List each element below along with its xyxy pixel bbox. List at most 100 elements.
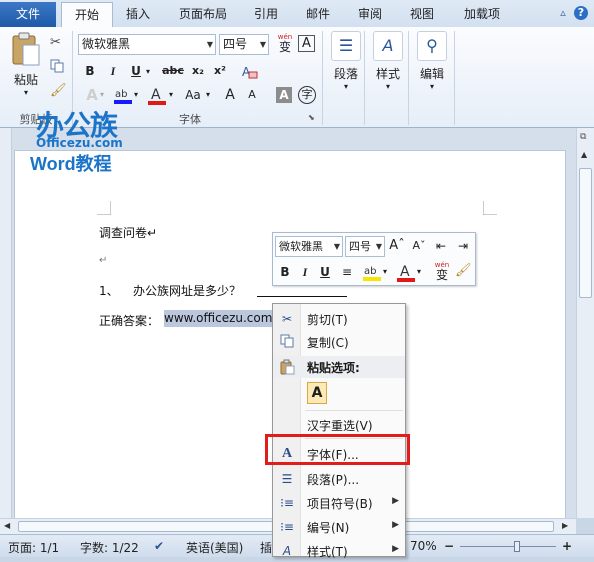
vertical-scroll-thumb[interactable] bbox=[579, 168, 592, 298]
bold-button[interactable]: B bbox=[80, 61, 100, 81]
submenu-arrow-icon: ▶ bbox=[392, 520, 399, 530]
chevron-down-icon[interactable]: ▾ bbox=[417, 267, 421, 276]
menu-item-cut[interactable]: ✂ 剪切(T) bbox=[273, 308, 405, 330]
mini-bold-button[interactable]: B bbox=[275, 262, 295, 282]
status-language[interactable]: 英语(美国) bbox=[186, 539, 243, 556]
chevron-down-icon[interactable]: ▾ bbox=[134, 90, 138, 99]
vertical-scrollbar[interactable]: ⧉ ▲ bbox=[576, 128, 594, 518]
chevron-down-icon[interactable]: ▾ bbox=[169, 90, 173, 99]
doc-selected-text[interactable]: www.officezu.com bbox=[164, 310, 273, 327]
menu-item-label: 项目符号(B) bbox=[307, 497, 373, 511]
menu-item-label: 编号(N) bbox=[307, 521, 350, 535]
char-border-button[interactable]: A bbox=[298, 35, 315, 52]
text-effects-button[interactable]: A bbox=[82, 85, 102, 105]
paste-icon bbox=[279, 359, 295, 375]
enclose-chars-button[interactable]: 字 bbox=[298, 86, 316, 104]
underline-button[interactable]: U bbox=[126, 61, 146, 81]
svg-text:A: A bbox=[400, 264, 410, 280]
menu-item-reconvert[interactable]: 汉字重选(V) bbox=[273, 414, 405, 436]
mini-format-painter-icon[interactable]: 🖌 bbox=[455, 263, 472, 278]
doc-title-line[interactable]: 调查问卷↵ bbox=[99, 224, 157, 241]
mini-shrink-font-button[interactable]: Aˇ bbox=[409, 236, 429, 256]
status-insert-mode[interactable]: 插 bbox=[260, 539, 272, 556]
ribbon-separator bbox=[322, 31, 323, 125]
menu-item-styles[interactable]: A 样式(T) ▶ bbox=[273, 540, 405, 562]
mini-font-size-combo[interactable]: 四号 ▼ bbox=[345, 236, 385, 257]
tab-insert[interactable]: 插入 bbox=[118, 2, 158, 27]
tab-home[interactable]: 开始 bbox=[61, 2, 113, 27]
menu-item-copy[interactable]: 复制(C) bbox=[273, 331, 405, 353]
help-icon[interactable]: ? bbox=[574, 6, 588, 20]
cut-icon[interactable]: ✂ bbox=[50, 35, 61, 50]
chevron-down-icon: ▾ bbox=[343, 82, 348, 91]
chevron-down-icon[interactable]: ▾ bbox=[206, 90, 210, 99]
tab-review[interactable]: 审阅 bbox=[350, 2, 390, 27]
mini-center-align-icon[interactable]: ≡ bbox=[337, 262, 357, 282]
mini-grow-font-button[interactable]: Aˆ bbox=[387, 236, 407, 256]
grow-font-button[interactable]: A bbox=[220, 85, 240, 105]
char-shading-button[interactable]: A bbox=[276, 87, 292, 103]
copy-icon[interactable] bbox=[50, 59, 64, 73]
font-dialog-launcher-icon[interactable]: ⬊ bbox=[308, 113, 315, 122]
status-page[interactable]: 页面: 1/1 bbox=[8, 539, 59, 556]
zoom-slider-thumb[interactable] bbox=[514, 541, 520, 552]
styles-button[interactable]: A 样式 ▾ bbox=[368, 31, 408, 91]
annotation-highlight-box bbox=[265, 434, 410, 465]
doc-question-number: 1、 bbox=[99, 284, 119, 298]
zoom-slider[interactable] bbox=[460, 541, 556, 552]
minimize-ribbon-icon[interactable]: ▵ bbox=[556, 6, 570, 20]
status-zoom-level[interactable]: 70% bbox=[410, 539, 437, 553]
tab-addins[interactable]: 加载项 bbox=[454, 2, 510, 27]
ruler-toggle-icon[interactable]: ⧉ bbox=[580, 132, 586, 142]
scroll-up-icon[interactable]: ▲ bbox=[581, 150, 587, 159]
mini-font-color-button[interactable]: A bbox=[395, 262, 417, 284]
font-size-combo[interactable]: 四号 ▼ bbox=[219, 34, 269, 55]
paragraph-button[interactable]: ☰ 段落 ▾ bbox=[326, 31, 366, 91]
scroll-right-icon[interactable]: ▶ bbox=[562, 521, 568, 530]
chevron-down-icon[interactable]: ▾ bbox=[383, 267, 387, 276]
font-color-button[interactable]: A bbox=[146, 85, 168, 107]
italic-button[interactable]: I bbox=[103, 61, 123, 81]
clear-format-icon[interactable]: A bbox=[240, 63, 258, 81]
chevron-down-icon[interactable]: ▾ bbox=[146, 67, 150, 76]
subscript-button[interactable]: x₂ bbox=[188, 61, 208, 81]
doc-question[interactable]: 办公族网址是多少？ bbox=[133, 282, 241, 299]
editing-button[interactable]: ⚲ 编辑 ▾ bbox=[412, 31, 452, 91]
menu-item-paragraph[interactable]: ☰ 段落(P)... bbox=[273, 468, 405, 490]
mini-font-name-combo[interactable]: 微软雅黑 ▼ bbox=[275, 236, 343, 257]
scissors-icon: ✂ bbox=[281, 312, 293, 326]
menu-item-bullets[interactable]: ⁝≡ 项目符号(B) ▶ bbox=[273, 492, 405, 514]
tab-mailings[interactable]: 邮件 bbox=[298, 2, 338, 27]
mini-underline-button[interactable]: U bbox=[315, 262, 335, 282]
paste-button[interactable]: 粘贴 ▾ bbox=[8, 31, 44, 101]
scroll-left-icon[interactable]: ◀ bbox=[4, 521, 10, 530]
proofing-icon[interactable]: ✔ bbox=[154, 539, 164, 553]
tab-file[interactable]: 文件 bbox=[0, 2, 56, 27]
phonetic-guide-button[interactable]: wén 变 bbox=[274, 33, 296, 55]
mini-phonetic-guide-button[interactable]: wén 变 bbox=[431, 261, 453, 283]
format-painter-icon[interactable]: 🖌 bbox=[50, 83, 67, 98]
mini-font-size-value: 四号 bbox=[349, 240, 371, 253]
paragraph-label: 段落 bbox=[333, 67, 358, 81]
change-case-button[interactable]: Aa bbox=[180, 85, 206, 105]
doc-empty-line[interactable]: ↵ bbox=[99, 255, 107, 266]
paste-dropdown-icon[interactable]: ▾ bbox=[8, 88, 44, 97]
decrease-indent-icon[interactable]: ⇤ bbox=[431, 236, 451, 256]
tab-references[interactable]: 引用 bbox=[246, 2, 286, 27]
tab-view[interactable]: 视图 bbox=[402, 2, 442, 27]
strikethrough-button[interactable]: abc bbox=[160, 61, 186, 81]
increase-indent-icon[interactable]: ⇥ bbox=[453, 236, 473, 256]
doc-answer-label: 正确答案： bbox=[99, 314, 160, 328]
font-name-combo[interactable]: 微软雅黑 ▼ bbox=[78, 34, 216, 55]
status-word-count[interactable]: 字数: 1/22 bbox=[80, 539, 139, 556]
tab-page-layout[interactable]: 页面布局 bbox=[168, 2, 238, 27]
paste-keep-text-only-button[interactable]: A bbox=[307, 382, 327, 404]
zoom-out-icon[interactable]: − bbox=[444, 539, 454, 553]
mini-highlight-button[interactable]: ab bbox=[361, 262, 383, 284]
mini-italic-button[interactable]: I bbox=[295, 262, 315, 282]
zoom-in-icon[interactable]: + bbox=[562, 539, 572, 553]
superscript-button[interactable]: x² bbox=[210, 61, 230, 81]
menu-item-numbering[interactable]: ⁝≡ 编号(N) ▶ bbox=[273, 516, 405, 538]
shrink-font-button[interactable]: A bbox=[242, 85, 262, 105]
svg-text:A: A bbox=[151, 87, 161, 103]
